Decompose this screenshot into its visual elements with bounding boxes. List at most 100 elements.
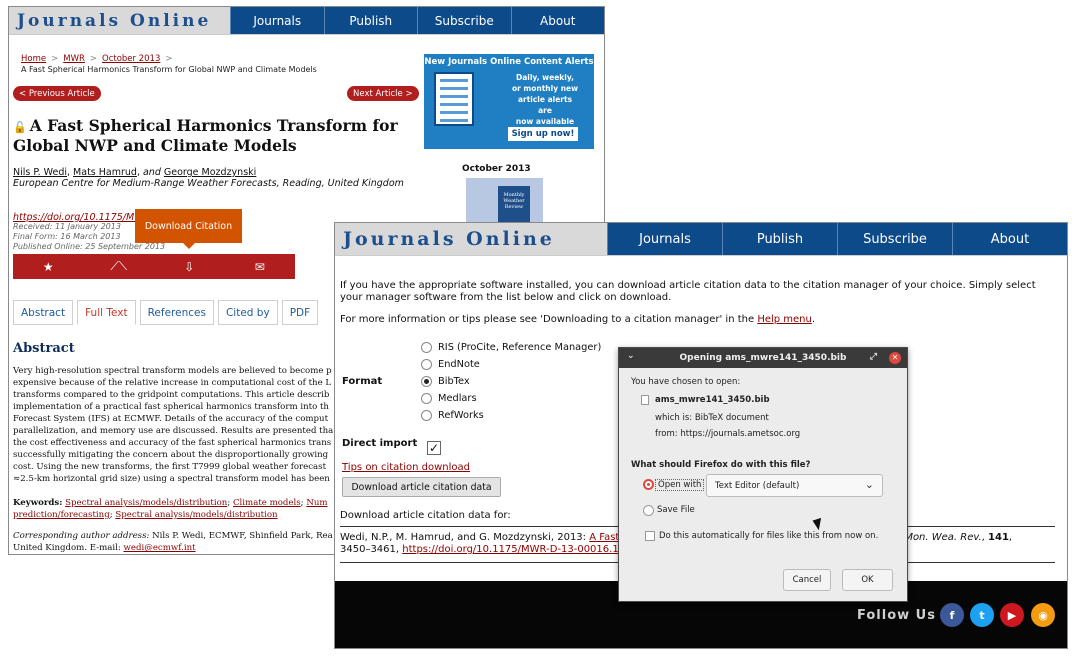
open-file-dialog: ⌄ Opening ams_mwre141_3450.bib ⤢ ✕ You h… (618, 347, 908, 602)
nav-publish[interactable]: Publish (323, 7, 418, 34)
radio-icon[interactable] (421, 393, 432, 404)
application-select-value: Text Editor (default) (715, 480, 800, 491)
cancel-button[interactable]: Cancel (783, 569, 831, 591)
open-with-label[interactable]: Open with (655, 479, 705, 491)
abstract-line: transforms compared to the gridpoint com… (13, 390, 330, 400)
direct-import-label: Direct import (342, 438, 418, 449)
article-tools-bar: ★ ⟋⟍ ⇩ ✉ (13, 254, 295, 279)
corr-email-link[interactable]: wedi@ecmwf.int (124, 543, 196, 553)
nav-journals[interactable]: Journals (230, 7, 324, 34)
keyword-link[interactable]: Num (306, 498, 327, 508)
abstract-line: expensive because of the relative increa… (13, 378, 332, 388)
chosen-label: You have chosen to open: (631, 377, 741, 387)
ad-line: article alerts (517, 95, 573, 104)
facebook-icon[interactable]: f (940, 603, 964, 627)
format-option-endnote[interactable]: EndNote (421, 359, 480, 370)
site-header: Journals Online Journals Publish Subscri… (9, 7, 604, 35)
save-file-label[interactable]: Save File (657, 505, 695, 515)
keyword-link[interactable]: Spectral analysis/models/distribution (65, 498, 227, 508)
direct-import-checkbox[interactable]: ✓ (427, 441, 441, 455)
youtube-icon[interactable]: ▶ (1000, 603, 1024, 627)
site-logo[interactable]: Journals Online (9, 7, 230, 34)
download-for-label: Download article citation data for: (340, 510, 511, 521)
format-option-bibtex[interactable]: BibTex (421, 376, 470, 387)
nav-subscribe[interactable]: Subscribe (417, 7, 511, 34)
main-nav: Journals Publish Subscribe About (607, 223, 1067, 255)
breadcrumb-issue[interactable]: October 2013 (102, 54, 160, 64)
author-link[interactable]: George Mozdzynski (164, 167, 256, 178)
breadcrumb-mwr[interactable]: MWR (63, 54, 85, 64)
radio-icon[interactable] (421, 342, 432, 353)
author-link[interactable]: Mats Hamrud (73, 167, 137, 178)
previous-article-button[interactable]: < Previous Article (13, 86, 101, 101)
ok-button[interactable]: OK (842, 569, 893, 591)
maximize-icon[interactable]: ⤢ (870, 352, 877, 362)
radio-selected-icon[interactable] (421, 376, 432, 387)
abstract-line: Forecast System (IFS) at ECMWF. Details … (13, 414, 329, 424)
keyword-link[interactable]: Climate models (233, 498, 301, 508)
abstract-line: parallelization, and memory use are disc… (13, 426, 334, 436)
chevron-down-icon[interactable]: ⌄ (627, 351, 635, 361)
corr-label: Corresponding author address: (13, 531, 150, 541)
tab-full-text[interactable]: Full Text (77, 300, 136, 325)
corresponding-author: Corresponding author address: Nils P. We… (13, 530, 373, 554)
ad-line: now available (515, 117, 575, 126)
rss-icon[interactable]: ◉ (1031, 603, 1055, 627)
main-nav: Journals Publish Subscribe About (230, 7, 604, 34)
file-icon (641, 395, 649, 405)
next-article-button[interactable]: Next Article > (347, 86, 419, 101)
radio-icon[interactable] (421, 359, 432, 370)
keyword-link[interactable]: Spectral analysis/models/distribution (115, 510, 277, 520)
content-alerts-ad[interactable]: New Journals Online Content Alerts Daily… (424, 54, 594, 149)
nav-about[interactable]: About (952, 223, 1067, 255)
tab-pdf[interactable]: PDF (281, 300, 319, 325)
breadcrumb-current: A Fast Spherical Harmonics Transform for… (21, 65, 317, 74)
breadcrumb-home[interactable]: Home (21, 54, 46, 64)
radio-icon[interactable] (421, 410, 432, 421)
nav-subscribe[interactable]: Subscribe (837, 223, 952, 255)
abstract-line: the cost effectiveness and accuracy of t… (13, 438, 332, 448)
file-name: ams_mwre141_3450.bib (655, 395, 770, 405)
open-access-icon: 🔓 (13, 121, 27, 134)
format-option-refworks[interactable]: RefWorks (421, 410, 484, 421)
twitter-icon[interactable]: t (970, 603, 994, 627)
citation-doi-link[interactable]: https://doi.org/10.1175/MWR-D-13-00016.1 (402, 544, 618, 555)
help-menu-link[interactable]: Help menu (757, 314, 812, 325)
format-option-medlars[interactable]: Medlars (421, 393, 477, 404)
nav-about[interactable]: About (510, 7, 605, 34)
close-icon[interactable]: ✕ (889, 352, 901, 364)
tips-link[interactable]: Tips on citation download (342, 462, 470, 473)
auto-checkbox[interactable] (645, 531, 655, 541)
keyword-link[interactable]: prediction/forecasting (13, 510, 110, 520)
format-option-label: EndNote (438, 359, 480, 370)
format-option-label: Medlars (438, 393, 477, 404)
application-select[interactable]: Text Editor (default) ⌄ (706, 474, 883, 497)
metrics-icon[interactable]: ⟋⟍ (84, 254, 155, 279)
format-option-label: RIS (ProCite, Reference Manager) (438, 342, 602, 353)
keywords: Keywords: Spectral analysis/models/distr… (13, 498, 328, 520)
tab-cited-by[interactable]: Cited by (217, 300, 278, 325)
nav-publish[interactable]: Publish (722, 223, 837, 255)
tab-references[interactable]: References (139, 300, 214, 325)
save-file-radio[interactable] (643, 505, 654, 516)
tab-abstract[interactable]: Abstract (13, 300, 74, 325)
ad-text: Daily, weekly, or monthly new article al… (498, 72, 592, 127)
sign-up-button[interactable]: Sign up now! (508, 127, 578, 141)
author-link[interactable]: Nils P. Wedi (13, 167, 67, 178)
nav-journals[interactable]: Journals (607, 223, 722, 255)
issue-cover[interactable]: Monthly Weather Review (466, 178, 543, 228)
ad-line: Daily, weekly, (515, 73, 574, 82)
star-icon[interactable]: ★ (13, 254, 84, 279)
dialog-titlebar[interactable]: ⌄ Opening ams_mwre141_3450.bib ⤢ ✕ (619, 348, 907, 368)
citation-pages: 3450–3461, (340, 544, 403, 555)
download-citation-icon[interactable]: ⇩ (154, 254, 225, 279)
format-option-ris[interactable]: RIS (ProCite, Reference Manager) (421, 342, 601, 353)
download-citation-button[interactable]: Download article citation data (342, 477, 501, 497)
open-with-radio[interactable] (643, 479, 654, 490)
corr-text: Nils P. Wedi, ECMWF, Shinfield Park, Rea (152, 531, 333, 541)
email-icon[interactable]: ✉ (225, 254, 296, 279)
site-logo[interactable]: Journals Online (335, 223, 607, 255)
abstract-line: implementation of a practical fast spher… (13, 402, 329, 412)
action-question: What should Firefox do with this file? (631, 460, 811, 470)
abstract-heading: Abstract (13, 341, 75, 356)
